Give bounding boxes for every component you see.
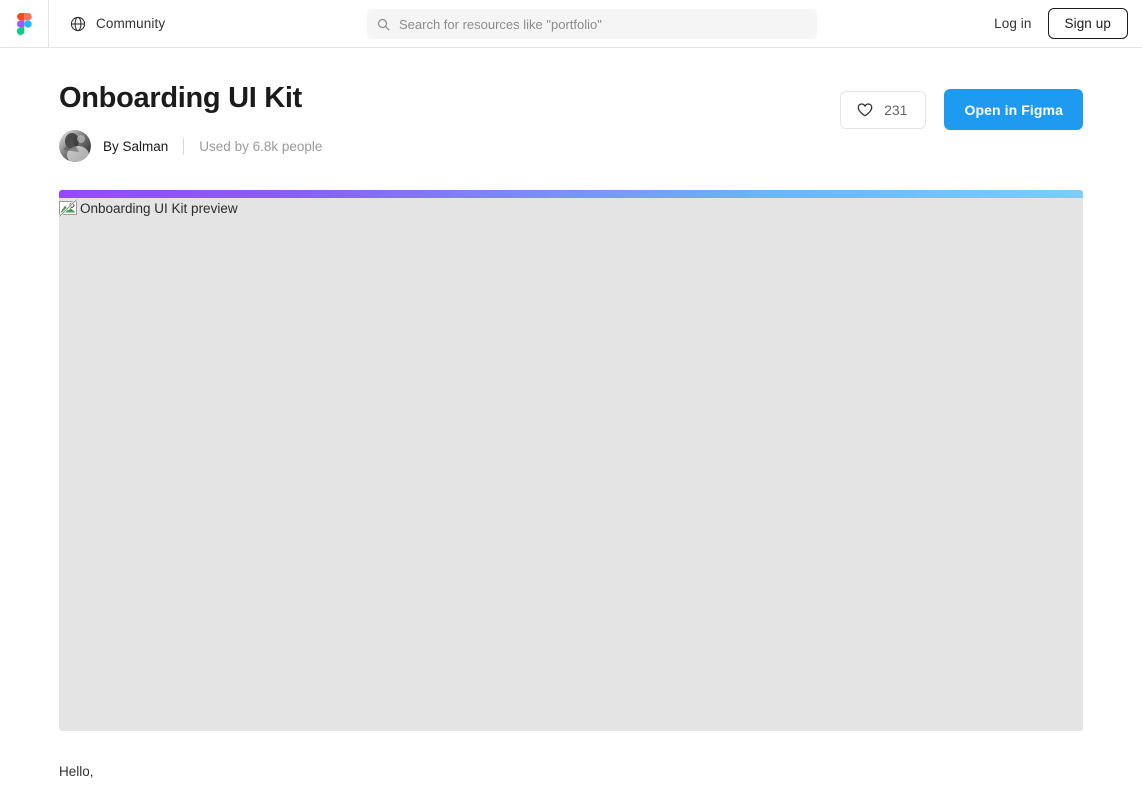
like-button[interactable]: 231 [840,90,927,129]
broken-image-placeholder: Onboarding UI Kit preview [59,199,238,217]
resource-title-block: Onboarding UI Kit By Salman Used by 6.8k… [59,80,322,162]
figma-logo-icon [16,12,32,35]
heart-icon [857,102,873,116]
log-in-button[interactable]: Log in [990,10,1035,37]
globe-icon [70,16,86,31]
like-count: 231 [884,101,908,118]
resource-actions: 231 Open in Figma [840,80,1083,130]
search-icon [377,18,390,30]
sign-up-button[interactable]: Sign up [1047,8,1128,39]
open-in-figma-button[interactable]: Open in Figma [944,89,1083,130]
page-title: Onboarding UI Kit [59,82,302,114]
resource-header: Onboarding UI Kit By Salman Used by 6.8k… [59,48,1083,162]
preview-alt-text: Onboarding UI Kit preview [80,200,238,216]
resource-preview[interactable]: Onboarding UI Kit preview [59,190,1083,731]
author-prefix: By [103,138,123,154]
preview-gradient-bar [59,190,1083,198]
nav-item-community[interactable]: Community [49,0,179,47]
author-name[interactable]: Salman [123,139,169,154]
top-navigation-bar: Community Log in Sign up [0,0,1142,48]
description-greeting: Hello, [59,764,94,779]
resource-meta: By Salman Used by 6.8k people [59,130,322,162]
usage-count: Used by 6.8k people [199,138,323,154]
avatar[interactable] [59,130,91,162]
resource-description: Hello, Presenting you my first ever UI K… [59,761,779,791]
author-byline: By Salman [103,139,168,154]
auth-buttons: Log in Sign up [990,0,1128,47]
resource-page: Onboarding UI Kit By Salman Used by 6.8k… [0,48,1142,791]
search-box[interactable] [367,9,817,39]
search-input[interactable] [399,9,807,39]
figma-home-link[interactable] [0,0,49,47]
meta-divider [183,137,185,155]
nav-item-community-label: Community [96,16,166,31]
broken-image-icon [59,199,77,217]
